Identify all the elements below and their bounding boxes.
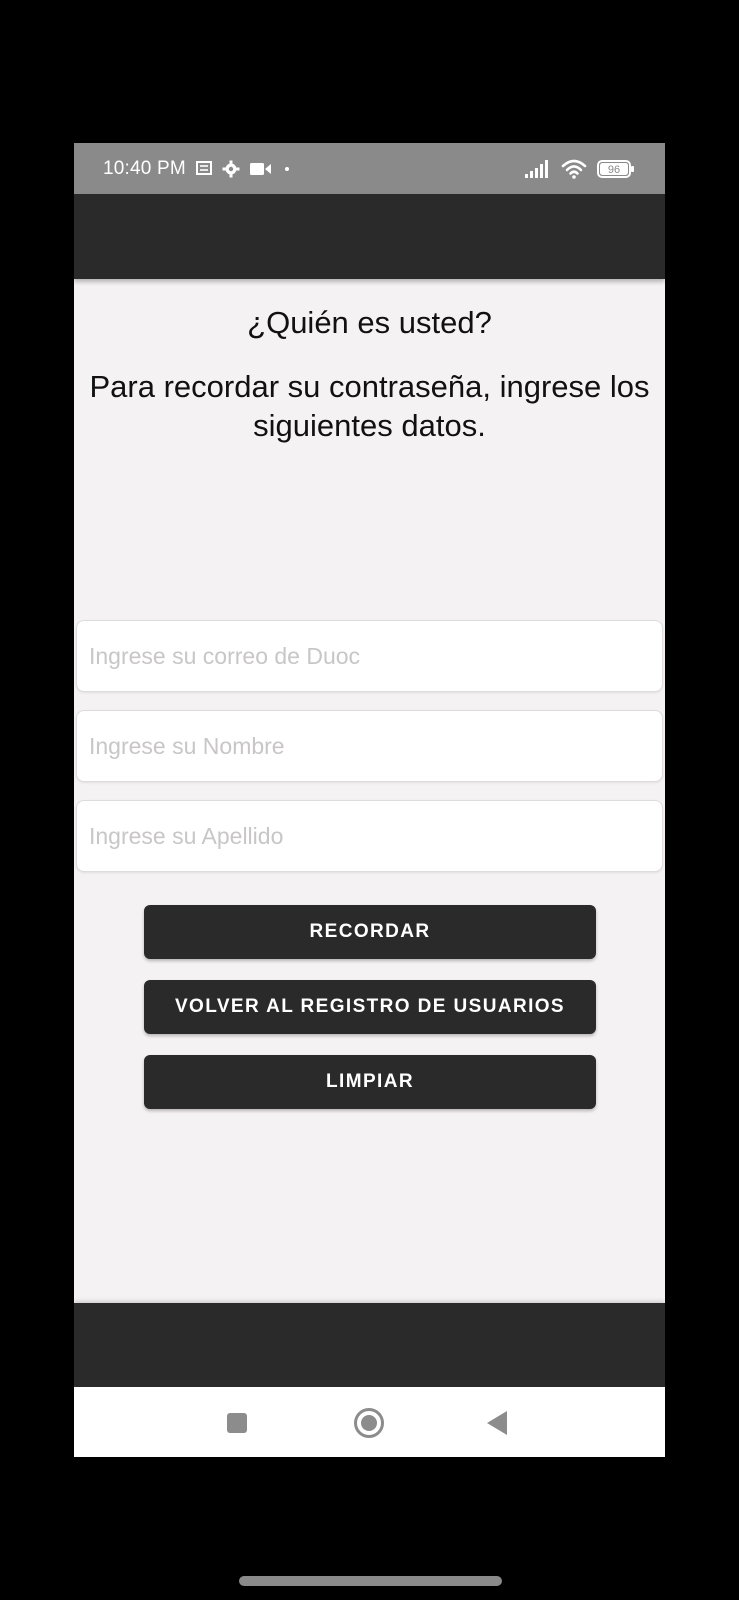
back-to-register-button[interactable]: VOLVER AL REGISTRO DE USUARIOS bbox=[144, 980, 596, 1034]
name-input[interactable] bbox=[77, 711, 662, 781]
lastname-input[interactable] bbox=[77, 801, 662, 871]
status-left: 10:40 PM bbox=[103, 158, 292, 180]
home-indicator[interactable] bbox=[239, 1576, 502, 1586]
remember-button[interactable]: RECORDAR bbox=[144, 905, 596, 959]
page-subtitle: Para recordar su contraseña, ingrese los… bbox=[89, 369, 650, 443]
email-field[interactable] bbox=[76, 620, 663, 692]
video-camera-icon bbox=[249, 162, 272, 176]
battery-level: 96 bbox=[608, 164, 620, 176]
system-nav-bar bbox=[74, 1387, 665, 1457]
phone-screen: 10:40 PM 96 ¿Quién es usted? Para record… bbox=[74, 143, 665, 1457]
wifi-icon bbox=[561, 159, 587, 179]
app-top-bar bbox=[74, 194, 665, 279]
status-time: 10:40 PM bbox=[103, 157, 186, 179]
message-icon bbox=[195, 161, 212, 176]
email-input[interactable] bbox=[77, 621, 662, 691]
clear-button[interactable]: LIMPIAR bbox=[144, 1055, 596, 1109]
status-right: 96 bbox=[525, 159, 635, 179]
home-circle-icon[interactable] bbox=[351, 1405, 387, 1441]
dot-icon bbox=[282, 164, 292, 174]
back-triangle-icon[interactable] bbox=[479, 1405, 515, 1441]
status-bar: 10:40 PM 96 bbox=[74, 143, 665, 194]
page-title: ¿Quién es usted? bbox=[247, 305, 492, 340]
battery-icon: 96 bbox=[597, 159, 635, 178]
lastname-field[interactable] bbox=[76, 800, 663, 872]
signal-icon bbox=[525, 159, 551, 178]
gear-icon bbox=[222, 160, 240, 178]
recover-password-form: ¿Quién es usted? Para recordar su contra… bbox=[74, 279, 665, 1445]
app-bottom-bar bbox=[74, 1303, 665, 1387]
name-field[interactable] bbox=[76, 710, 663, 782]
recents-square-icon[interactable] bbox=[219, 1405, 255, 1441]
